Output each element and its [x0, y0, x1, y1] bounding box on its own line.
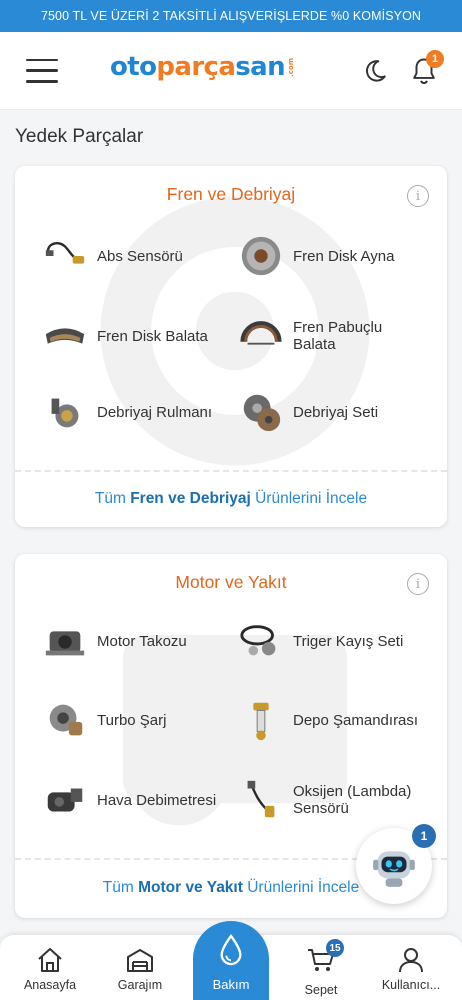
category-card-brake-clutch: Fren ve Debriyaj i Abs Sensörü Fren Disk…	[15, 166, 447, 527]
turbo-icon	[41, 696, 89, 744]
part-label: Turbo Şarj	[97, 711, 167, 729]
bottom-navigation: Anasayfa Garajım Bakım 15 Sepet Kullanıc…	[0, 921, 462, 1000]
brake-shoe-icon	[237, 312, 285, 360]
app-header: oto parça san .com 1	[0, 32, 462, 110]
footer-suffix: Ürünlerini İncele	[242, 879, 360, 896]
part-item-abs-sensor[interactable]: Abs Sensörü	[41, 232, 227, 280]
footer-suffix: Ürünlerini İncele	[250, 490, 368, 507]
part-item-brake-shoe[interactable]: Fren Pabuçlu Balata	[237, 312, 423, 360]
timing-belt-icon	[237, 617, 285, 665]
nav-user[interactable]: Kullanıcı...	[371, 945, 451, 992]
nav-care[interactable]: Bakım	[193, 921, 269, 1000]
part-label: Hava Debimetresi	[97, 791, 217, 809]
drop-icon	[220, 934, 242, 966]
part-item-oxygen-sensor[interactable]: Oksijen (Lambda) Sensörü	[237, 776, 423, 824]
promo-banner[interactable]: 7500 TL VE ÜZERİ 2 TAKSİTLİ ALIŞVERİŞLER…	[0, 0, 462, 32]
footer-prefix: Tüm	[94, 490, 131, 507]
logo-part-oto: oto	[110, 52, 157, 82]
info-icon[interactable]: i	[407, 185, 429, 207]
part-label: Triger Kayış Seti	[293, 632, 404, 650]
part-item-timing-belt[interactable]: Triger Kayış Seti	[237, 617, 423, 665]
part-item-fuel-sender[interactable]: Depo Şamandırası	[237, 696, 423, 744]
menu-icon[interactable]	[26, 58, 58, 83]
category-title: Fren ve Debriyaj	[166, 184, 296, 204]
nav-user-label: Kullanıcı...	[381, 978, 441, 992]
nav-cart-label: Sepet	[304, 983, 338, 997]
part-item-engine-mount[interactable]: Motor Takozu	[41, 617, 227, 665]
part-item-turbo[interactable]: Turbo Şarj	[41, 696, 227, 744]
part-label: Debriyaj Rulmanı	[97, 403, 213, 421]
part-item-clutch-kit[interactable]: Debriyaj Seti	[237, 388, 423, 436]
brake-disc-icon	[237, 232, 285, 280]
logo-suffix: .com	[287, 57, 296, 77]
logo-part-parca: parça	[156, 52, 236, 82]
logo-part-san: san	[235, 52, 286, 82]
part-item-brake-pad[interactable]: Fren Disk Balata	[41, 312, 227, 360]
nav-cart[interactable]: 15 Sepet	[281, 939, 361, 997]
nav-garage-label: Garajım	[117, 978, 163, 992]
brake-pad-icon	[41, 312, 89, 360]
part-label: Abs Sensörü	[97, 247, 183, 265]
part-label: Oksijen (Lambda) Sensörü	[293, 783, 412, 817]
part-label: Fren Disk Balata	[97, 327, 208, 345]
footer-prefix: Tüm	[102, 879, 139, 896]
part-item-clutch-bearing[interactable]: Debriyaj Rulmanı	[41, 388, 227, 436]
chat-badge: 1	[412, 824, 436, 848]
footer-category-name: Motor ve Yakıt	[138, 879, 243, 896]
part-label: Fren Disk Ayna	[293, 247, 395, 265]
part-label: Depo Şamandırası	[293, 711, 419, 729]
fuel-sender-icon	[237, 696, 285, 744]
oxygen-sensor-icon	[237, 776, 285, 824]
air-flow-meter-icon	[41, 776, 89, 824]
part-label: Debriyaj Seti	[293, 403, 379, 421]
chatbot-button[interactable]: 1	[356, 824, 436, 904]
site-logo[interactable]: oto parça san .com	[110, 52, 295, 82]
part-label: Motor Takozu	[97, 632, 187, 650]
notifications-button[interactable]: 1	[410, 50, 444, 86]
robot-icon	[373, 851, 415, 887]
clutch-bearing-icon	[41, 388, 89, 436]
nav-garage[interactable]: Garajım	[100, 945, 180, 992]
user-icon	[399, 948, 423, 973]
abs-sensor-icon	[41, 232, 89, 280]
category-title: Motor ve Yakıt	[175, 572, 287, 592]
view-all-brake-clutch-link[interactable]: Tüm Fren ve Debriyaj Ürünlerini İncele	[15, 490, 447, 508]
promo-text: 7500 TL VE ÜZERİ 2 TAKSİTLİ ALIŞVERİŞLER…	[40, 9, 422, 23]
nav-care-label: Bakım	[212, 977, 250, 992]
engine-mount-icon	[41, 617, 89, 665]
info-icon[interactable]: i	[407, 573, 429, 595]
card-divider	[15, 470, 447, 472]
footer-category-name: Fren ve Debriyaj	[130, 490, 251, 507]
part-item-air-flow-meter[interactable]: Hava Debimetresi	[41, 776, 227, 824]
part-item-brake-disc[interactable]: Fren Disk Ayna	[237, 232, 423, 280]
cart-badge: 15	[326, 939, 344, 957]
garage-icon	[127, 949, 153, 972]
clutch-kit-icon	[237, 388, 285, 436]
notification-badge: 1	[426, 50, 444, 68]
home-icon	[38, 948, 62, 972]
page-title: Yedek Parçalar	[15, 126, 144, 147]
nav-home-label: Anasayfa	[23, 978, 77, 992]
part-label: Fren Pabuçlu Balata	[293, 319, 383, 353]
nav-home[interactable]: Anasayfa	[10, 945, 90, 992]
dark-mode-icon[interactable]	[362, 58, 388, 84]
